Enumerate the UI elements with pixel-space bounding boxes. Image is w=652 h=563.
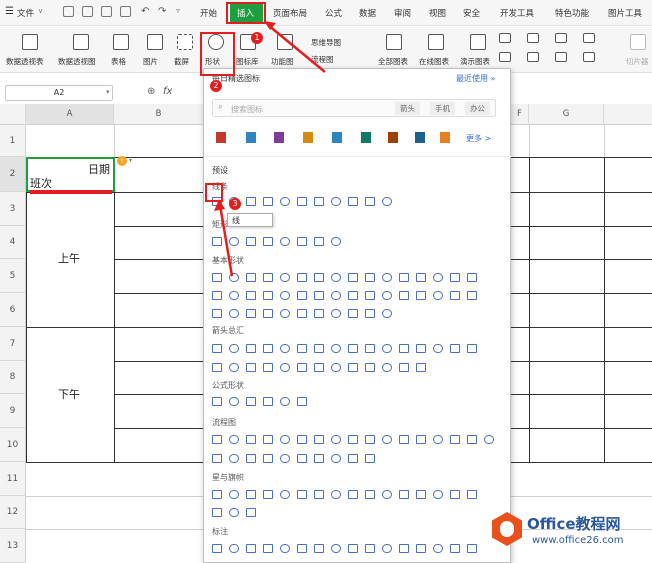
arrow-3-line — [218, 204, 234, 277]
annotation-arrows — [214, 21, 326, 277]
arrow-1-line — [267, 24, 326, 73]
watermark-url: www.office26.com — [532, 535, 624, 546]
watermark-brand: Office教程网 — [527, 515, 621, 533]
arrow-3-head — [214, 199, 225, 211]
office-logo-inner — [500, 521, 514, 537]
